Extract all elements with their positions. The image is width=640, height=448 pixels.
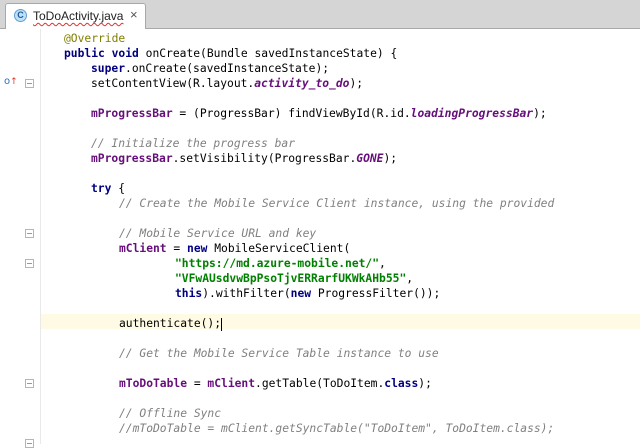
code-line: try { (91, 181, 125, 196)
code-text: MobileServiceClient( (207, 242, 351, 255)
keyword: try (91, 182, 112, 195)
java-class-icon: C (14, 9, 27, 22)
code-text: onCreate(Bundle savedInstanceState) { (138, 47, 398, 60)
code-line: super.onCreate(savedInstanceState); (91, 61, 329, 76)
code-text: { (111, 182, 126, 195)
code-editor[interactable]: @Override public void onCreate(Bundle sa… (41, 29, 640, 444)
code-text: ).withFilter( (202, 287, 291, 300)
comment: //mToDoTable = mClient.getSyncTable("ToD… (119, 422, 555, 435)
code-line: authenticate(); (119, 316, 223, 331)
comment: // Create the Mobile Service Client inst… (119, 197, 555, 210)
code-line: mClient = new MobileServiceClient( (119, 241, 350, 256)
code-line: "https://md.azure-mobile.net/", (175, 256, 386, 271)
code-line: // Create the Mobile Service Client inst… (119, 196, 554, 211)
code-text: = (187, 377, 208, 390)
editor-tab-bar: C ToDoActivity.java × (0, 0, 640, 29)
fold-comment-icon[interactable] (25, 229, 34, 238)
code-line: "VFwAUsdvwBpPsoTjvERRarfUKWkAHb55", (175, 271, 413, 286)
field: mProgressBar (91, 107, 173, 120)
fold-comment-icon[interactable] (25, 259, 34, 268)
close-tab-icon[interactable]: × (130, 8, 138, 22)
fold-method-icon[interactable] (25, 79, 34, 88)
static-field: activity_to_do (254, 77, 350, 90)
override-method-icon[interactable]: o↑ (4, 77, 18, 88)
code-text: .onCreate(savedInstanceState); (125, 62, 330, 75)
editor-gutter: o↑ (0, 29, 40, 448)
keyword: this (175, 287, 203, 300)
field: mToDoTable (119, 377, 188, 390)
keyword: class (384, 377, 419, 390)
code-line: // Mobile Service URL and key (119, 226, 316, 241)
tab-todoactivity-java[interactable]: C ToDoActivity.java × (5, 3, 146, 29)
comment: // Initialize the progress bar (91, 137, 296, 150)
static-field: GONE (356, 152, 384, 165)
code-line: mProgressBar.setVisibility(ProgressBar.G… (91, 151, 397, 166)
code-text: setContentView(R.layout. (91, 77, 255, 90)
tab-title: ToDoActivity.java (33, 9, 124, 23)
string-literal: "https://md.azure-mobile.net/" (175, 257, 380, 270)
comment: // Get the Mobile Service Table instance… (119, 347, 439, 360)
field: mProgressBar (91, 152, 173, 165)
override-arrow-icon: ↑ (10, 77, 18, 87)
code-text: , (379, 257, 386, 270)
keyword: new (290, 287, 312, 300)
code-text: , (406, 272, 414, 285)
code-text: ); (383, 152, 398, 165)
text-caret (221, 317, 223, 331)
code-text: authenticate(); (119, 317, 222, 330)
code-text: ProgressFilter()); (311, 287, 441, 300)
code-line: // Offline Sync (119, 406, 221, 421)
keyword: void (111, 47, 139, 60)
code-line: //mToDoTable = mClient.getSyncTable("ToD… (119, 421, 554, 436)
keyword: new (187, 242, 208, 255)
keyword: super (91, 62, 126, 75)
code-text: ); (533, 107, 547, 120)
static-field: loadingProgressBar (410, 107, 534, 120)
code-line: // Initialize the progress bar (91, 136, 295, 151)
code-line: this).withFilter(new ProgressFilter()); (175, 286, 440, 301)
keyword: public (64, 47, 105, 60)
code-line: setContentView(R.layout.activity_to_do); (91, 76, 363, 91)
field: mClient (119, 242, 167, 255)
comment: // Mobile Service URL and key (119, 227, 317, 240)
code-text: .getTable(ToDoItem. (255, 377, 385, 390)
code-line: // Get the Mobile Service Table instance… (119, 346, 439, 361)
code-text: .setVisibility(ProgressBar. (172, 152, 357, 165)
code-text: = (166, 242, 188, 255)
code-line: @Override (64, 31, 125, 46)
fold-comment-icon[interactable] (25, 379, 34, 388)
annotation: @Override (64, 32, 126, 45)
code-line: mProgressBar = (ProgressBar) findViewByI… (91, 106, 547, 121)
code-text: = (ProgressBar) findViewById(R.id. (172, 107, 411, 120)
code-line: mToDoTable = mClient.getTable(ToDoItem.c… (119, 376, 432, 391)
string-literal: "VFwAUsdvwBpPsoTjvERRarfUKWkAHb55" (175, 272, 407, 285)
comment: // Offline Sync (119, 407, 222, 420)
field: mClient (207, 377, 256, 390)
code-text: ); (418, 377, 432, 390)
code-text: ); (349, 77, 364, 90)
code-line: public void onCreate(Bundle savedInstanc… (64, 46, 397, 61)
